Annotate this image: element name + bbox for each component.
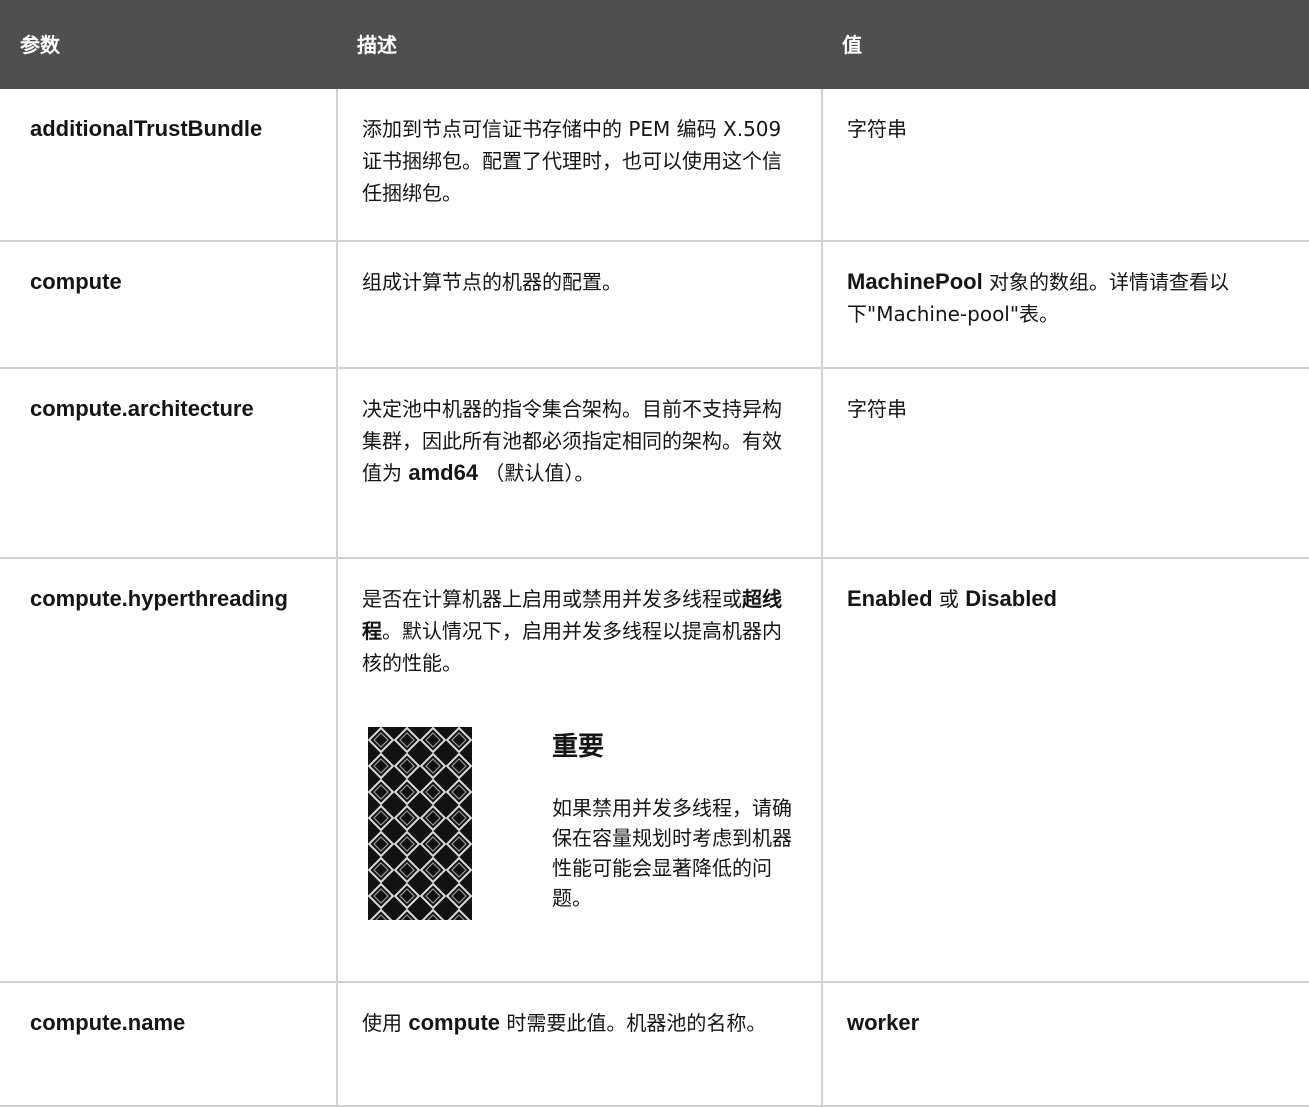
param-description: 决定池中机器的指令集合架构。目前不支持异构集群，因此所有池都必须指定相同的架构。… xyxy=(336,368,822,559)
important-text: 如果禁用并发多线程，请确保在容量规划时考虑到机器性能可能会显著降低的问题。 xyxy=(552,796,792,910)
important-title: 重要 xyxy=(552,732,605,762)
param-value: 字符串 xyxy=(821,368,1309,559)
desc-paragraph: 是否在计算机器上启用或禁用并发多线程或超线程。默认情况下，启用并发多线程以提高机… xyxy=(362,583,801,679)
param-value: worker xyxy=(821,982,1309,1107)
param-value: MachinePool 对象的数组。详情请查看以下"Machine-pool"表… xyxy=(821,241,1309,369)
value-or: 或 xyxy=(932,587,966,611)
param-name: compute.name xyxy=(0,982,337,1107)
table-row: compute.architecture 决定池中机器的指令集合架构。目前不支持… xyxy=(0,368,1309,559)
param-description: 添加到节点可信证书存储中的 PEM 编码 X.509 证书捆绑包。配置了代理时，… xyxy=(336,89,822,242)
param-description: 是否在计算机器上启用或禁用并发多线程或超线程。默认情况下，启用并发多线程以提高机… xyxy=(336,558,822,983)
param-name: compute xyxy=(0,241,337,369)
param-description: 使用 compute 时需要此值。机器池的名称。 xyxy=(336,982,822,1107)
param-description: 组成计算节点的机器的配置。 xyxy=(336,241,822,369)
important-icon xyxy=(368,727,472,920)
desc-text: 使用 xyxy=(362,1011,409,1035)
header-description: 描述 xyxy=(357,32,397,57)
desc-text: 。默认情况下，启用并发多线程以提高机器内核的性能。 xyxy=(362,619,782,675)
param-value: Enabled 或 Disabled xyxy=(821,558,1309,983)
desc-text: 是否在计算机器上启用或禁用并发多线程或 xyxy=(362,587,742,611)
desc-code: amd64 xyxy=(408,460,479,485)
table-row: compute.hyperthreading 是否在计算机器上启用或禁用并发多线… xyxy=(0,558,1309,983)
param-name: compute.hyperthreading xyxy=(0,558,337,983)
header-value: 值 xyxy=(842,32,862,57)
important-admonition: 重要 如果禁用并发多线程，请确保在容量规划时考虑到机器性能可能会显著降低的问题。 xyxy=(362,727,801,920)
value-enabled: Enabled xyxy=(847,586,933,611)
param-name: additionalTrustBundle xyxy=(0,89,337,242)
table-row: additionalTrustBundle 添加到节点可信证书存储中的 PEM … xyxy=(0,89,1309,242)
value-default: worker xyxy=(847,1010,920,1035)
table-row: compute 组成计算节点的机器的配置。 MachinePool 对象的数组。… xyxy=(0,241,1309,369)
value-type-bold: MachinePool xyxy=(847,269,983,294)
desc-text: 时需要此值。机器池的名称。 xyxy=(500,1011,767,1035)
header-param: 参数 xyxy=(20,32,60,57)
parameters-table: 参数 描述 值 additionalTrustBundle 添加到节点可信证书存… xyxy=(0,0,1309,1107)
table-header-row: 参数 描述 值 xyxy=(0,0,1309,89)
desc-code: compute xyxy=(408,1010,501,1035)
value-disabled: Disabled xyxy=(965,586,1057,611)
param-value: 字符串 xyxy=(821,89,1309,242)
param-name: compute.architecture xyxy=(0,368,337,559)
table-row: compute.name 使用 compute 时需要此值。机器池的名称。 wo… xyxy=(0,982,1309,1107)
desc-text: （默认值）。 xyxy=(478,461,595,485)
